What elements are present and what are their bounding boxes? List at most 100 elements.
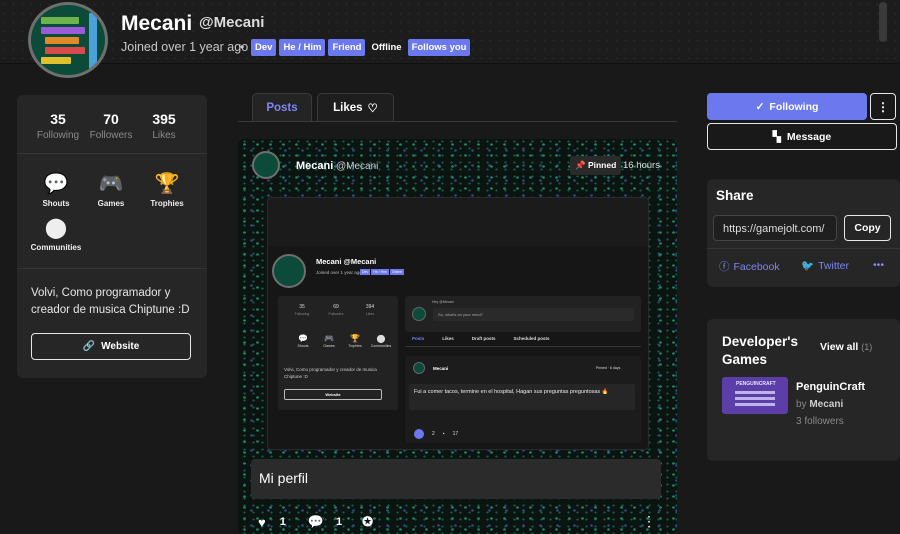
screenshot-nav-label: Trophies: [348, 344, 362, 348]
tab-posts[interactable]: Posts: [252, 93, 312, 122]
screenshot-tabs: Posts Likes Draft posts Scheduled posts: [412, 336, 550, 341]
post-screenshot-image[interactable]: Mecani @Mecani Joined over 1 year ago De…: [267, 197, 649, 450]
screenshot-post-pinned: Pinned · 6 days: [596, 366, 621, 370]
nav-games-label: Games: [97, 199, 125, 208]
nav-shouts[interactable]: 💬 Shouts: [26, 173, 86, 208]
stat-followers-label: Followers: [89, 130, 133, 141]
nav-communities[interactable]: ⬤ Communities: [26, 217, 86, 252]
screenshot-tab: Scheduled posts: [513, 336, 550, 341]
screenshot-compose-input: So, what's on your mind?: [433, 308, 634, 321]
stat-followers[interactable]: 70 Followers: [86, 111, 136, 141]
view-all-count: (1): [861, 342, 873, 352]
tab-likes-label: Likes: [333, 102, 363, 114]
tag-dev: Dev: [251, 39, 277, 56]
copy-button[interactable]: Copy: [844, 215, 891, 241]
screenshot-nav-label: Games: [323, 344, 335, 348]
divider: [17, 268, 207, 269]
screenshot-bio: Volvi, Como programador y creador de mus…: [284, 367, 377, 379]
screenshot-post-text: Fui a comer tacos, termine en el hospita…: [409, 384, 635, 410]
screenshot-avatar: [272, 254, 306, 288]
view-all-link[interactable]: View all (1): [820, 341, 872, 353]
facebook-label: Facebook: [733, 260, 780, 273]
tag-friend: Friend: [328, 39, 366, 56]
facebook-share[interactable]: ⓕ Facebook: [719, 259, 780, 274]
link-icon: 🔗: [82, 341, 96, 352]
thumbnail-bar: [735, 403, 775, 406]
heart-slash-icon: ♡: [367, 103, 378, 115]
nav-games[interactable]: 🎮 Games: [81, 173, 141, 208]
screenshot-name: Mecani @Mecani: [316, 257, 376, 266]
stat-following[interactable]: 35 Following: [33, 111, 83, 141]
game-thumbnail[interactable]: PENGUINCRAFT: [722, 377, 788, 414]
screenshot-stat-value: 69: [333, 304, 339, 310]
gamepad-icon: 🎮: [98, 173, 124, 195]
screenshot-tag: Dev: [360, 269, 371, 275]
nav-trophies[interactable]: 🏆 Trophies: [137, 173, 197, 208]
screenshot-tab: Likes: [442, 336, 454, 341]
tab-underline: [238, 121, 677, 122]
screenshot-tag: He / Him: [371, 269, 389, 275]
screenshot-hey: Hey @Mecani: [432, 300, 455, 304]
comment-count[interactable]: 1: [336, 516, 342, 528]
screenshot-stat-label: Following: [294, 312, 310, 316]
post-card[interactable]: Mecani @Mecani 📌 Pinned 16 hours Mecani …: [238, 139, 677, 534]
heart-icon: [414, 429, 424, 439]
facebook-icon: ⓕ: [719, 261, 730, 273]
like-count[interactable]: 1: [280, 516, 286, 528]
tag-offline: Offline: [371, 42, 402, 53]
twitter-share[interactable]: 🐦 Twitter: [801, 259, 849, 273]
screenshot-tag: Online: [389, 269, 404, 275]
more-options-icon[interactable]: ⋮: [642, 513, 656, 530]
screenshot-name-text: Mecani: [316, 257, 342, 266]
developer-games-card: Developer's Games View all (1) PENGUINCR…: [707, 319, 900, 461]
game-author: by Mecani: [796, 399, 843, 410]
profile-avatar[interactable]: [28, 2, 108, 78]
heart-slash-icon[interactable]: ✪: [362, 514, 373, 530]
post-actions: ♥ 1 💬 1 ✪: [258, 514, 373, 530]
game-name[interactable]: PenguinCraft: [796, 381, 865, 393]
communities-icon: ⬤: [44, 217, 68, 239]
screenshot-stat-value: 35: [299, 304, 305, 310]
comment-icon[interactable]: 💬: [308, 514, 324, 530]
screenshot-compose-avatar: [412, 307, 426, 321]
trophy-icon: 🏆: [154, 173, 180, 195]
scrollbar[interactable]: [879, 2, 887, 42]
post-author-avatar[interactable]: [252, 151, 280, 179]
kebab-icon: ⋮: [877, 99, 889, 114]
screenshot-stat-label: Followers: [328, 312, 344, 316]
nav-communities-label: Communities: [30, 243, 82, 252]
screenshot-nav-icon: 🎮 Games: [318, 334, 340, 348]
message-button[interactable]: ▚ Message: [707, 123, 897, 150]
pinned-badge: 📌 Pinned: [570, 156, 622, 175]
developer-games-title: Developer's Games: [722, 334, 798, 367]
pinned-label: Pinned: [587, 160, 617, 170]
stat-likes[interactable]: 395 Likes: [139, 111, 189, 141]
separator-dot: •: [240, 40, 245, 54]
share-card: Share https://gamejolt.com/ Copy ⓕ Faceb…: [707, 179, 900, 287]
tab-likes[interactable]: Likes ♡: [317, 93, 394, 122]
screenshot-post-author: Mecani: [433, 366, 449, 371]
more-options-button[interactable]: ⋮: [870, 93, 896, 120]
share-url-input[interactable]: https://gamejolt.com/: [713, 215, 837, 241]
nav-shouts-label: Shouts: [42, 199, 70, 208]
divider: [17, 153, 207, 154]
screenshot-comments: 17: [452, 431, 459, 437]
website-button[interactable]: 🔗 Website: [31, 333, 191, 360]
screenshot-stat-value: 394: [365, 304, 375, 310]
screenshot-tab: Draft posts: [471, 336, 496, 341]
comment-icon: ▪: [442, 431, 445, 437]
game-author-name[interactable]: Mecani: [809, 399, 843, 410]
post-time: 16 hours: [623, 160, 660, 171]
view-all-label: View all: [820, 341, 859, 353]
like-heart-icon[interactable]: ♥: [258, 515, 266, 530]
message-icon: ▚: [772, 130, 781, 143]
more-share-options[interactable]: •••: [873, 259, 884, 271]
profile-name: Mecani: [121, 12, 193, 35]
website-button-label: Website: [101, 341, 140, 352]
tab-posts-label: Posts: [266, 102, 298, 114]
screenshot-nav-label: Communities: [370, 344, 392, 348]
screenshot-stat: 69 Followers: [324, 304, 348, 316]
screenshot-nav-label: Shouts: [297, 344, 309, 348]
post-author-name[interactable]: Mecani: [296, 160, 333, 172]
following-button[interactable]: ✓ Following: [707, 93, 867, 120]
